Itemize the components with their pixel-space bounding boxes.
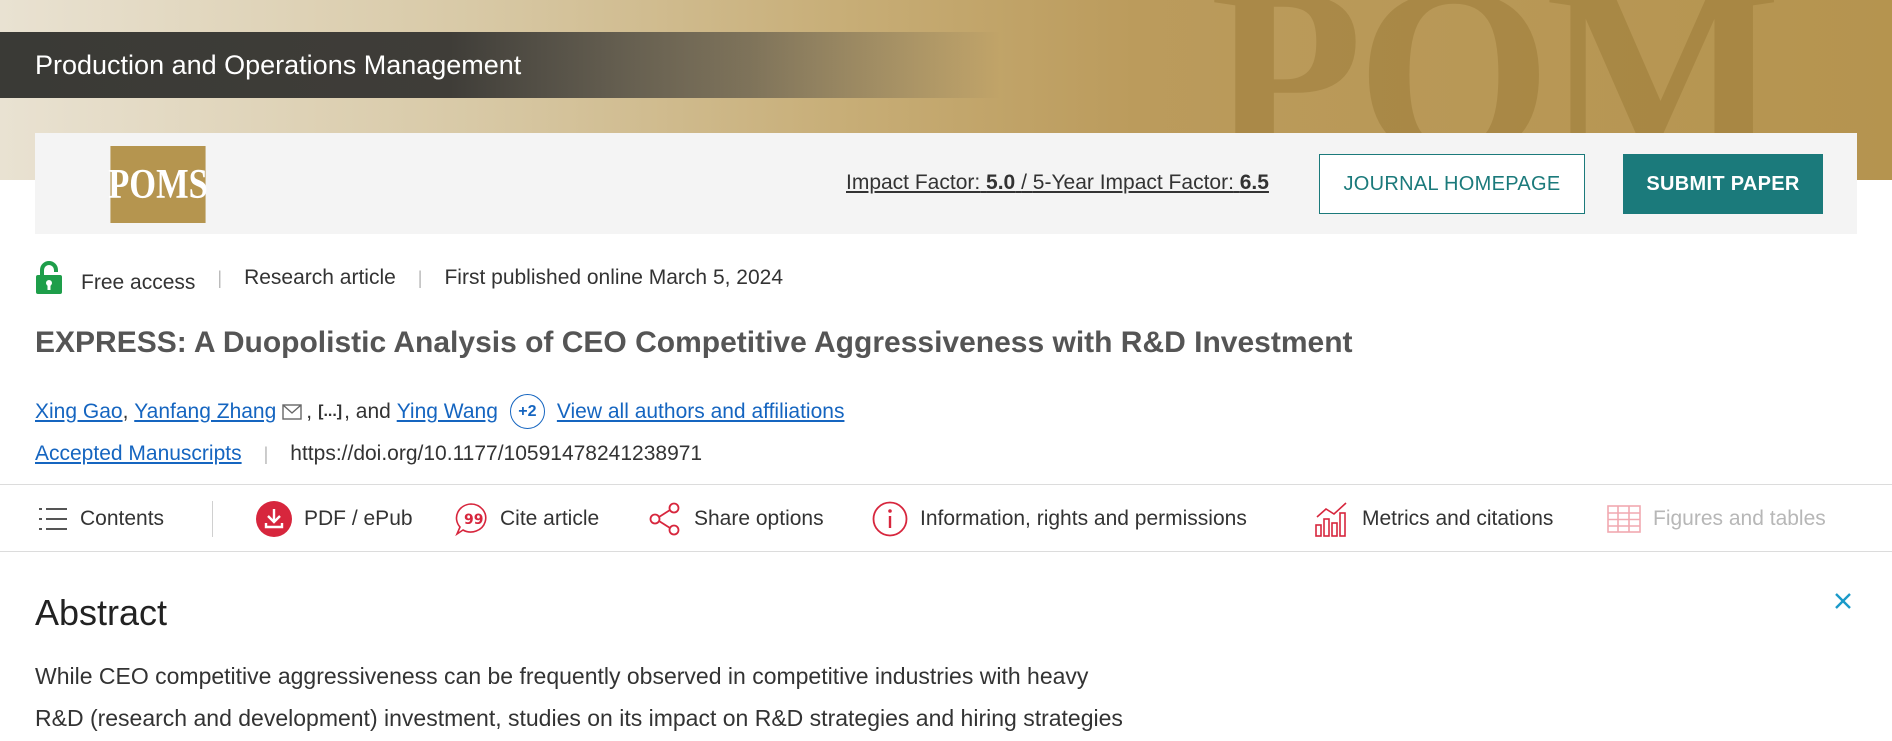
doi-divider: | [263, 443, 269, 464]
tab-label: Metrics and citations [1362, 507, 1554, 530]
author-comma: , [122, 399, 135, 423]
author-link[interactable]: Ying Wang [397, 400, 498, 424]
close-icon[interactable] [1833, 591, 1853, 611]
abstract-line: While CEO competitive aggressiveness can… [35, 663, 1089, 689]
journal-title-strip: Production and Operations Management [0, 32, 1000, 98]
article-tools-bar: Contents PDF / ePub 99 Cite article Shar… [0, 484, 1892, 552]
tab-label: PDF / ePub [304, 507, 413, 530]
article-meta: Free access | Research article | First p… [35, 258, 783, 298]
doi-row: Accepted Manuscripts | https://doi.org/1… [35, 442, 702, 466]
journal-name[interactable]: Production and Operations Management [35, 50, 521, 81]
tab-label: Information, rights and permissions [920, 507, 1247, 530]
author-comma: , [306, 399, 313, 423]
table-icon [1607, 505, 1641, 533]
download-icon [256, 501, 292, 537]
publication-date: First published online March 5, 2024 [444, 266, 784, 289]
five-year-label: 5-Year Impact Factor: [1032, 171, 1234, 194]
more-authors-badge[interactable]: +2 [509, 394, 545, 429]
impact-separator: / [1021, 171, 1033, 194]
list-icon [39, 508, 67, 530]
tab-share-options[interactable]: Share options [648, 485, 824, 553]
author-and: , and [344, 399, 391, 423]
meta-divider: | [217, 267, 223, 288]
more-authors-ellipsis[interactable]: [...] [318, 403, 342, 421]
tab-cite-article[interactable]: 99 Cite article [454, 485, 599, 553]
tab-label: Figures and tables [1653, 507, 1826, 530]
mail-icon[interactable] [282, 403, 302, 420]
tab-pdf-epub[interactable]: PDF / ePub [256, 485, 413, 553]
author-link[interactable]: Yanfang Zhang [134, 400, 276, 424]
view-all-authors-link[interactable]: View all authors and affiliations [557, 400, 845, 424]
accepted-manuscripts-link[interactable]: Accepted Manuscripts [35, 442, 242, 466]
access-label: Free access [81, 271, 196, 294]
impact-factor-link[interactable]: Impact Factor: 5.0 / 5-Year Impact Facto… [846, 171, 1269, 195]
article-type: Research article [244, 266, 396, 289]
abstract-heading: Abstract [35, 592, 168, 633]
tab-information-rights[interactable]: Information, rights and permissions [872, 485, 1247, 553]
share-icon [649, 502, 680, 536]
abstract-line: R&D (research and development) investmen… [35, 705, 1123, 731]
meta-divider: | [417, 267, 423, 288]
abstract-body: While CEO competitive aggressiveness can… [35, 655, 1235, 739]
impact-factor-label: Impact Factor: [846, 171, 981, 194]
journal-toolbar: POMS Impact Factor: 5.0 / 5-Year Impact … [35, 133, 1857, 234]
doi-url[interactable]: https://doi.org/10.1177/1059147824123897… [290, 442, 702, 466]
article-title: EXPRESS: A Duopolistic Analysis of CEO C… [35, 326, 1353, 359]
tab-label: Cite article [500, 507, 600, 530]
author-link[interactable]: Xing Gao [35, 400, 123, 424]
tab-divider [212, 501, 213, 537]
tab-label: Contents [80, 507, 165, 530]
tab-contents[interactable]: Contents [38, 485, 164, 553]
tab-label: Share options [694, 507, 824, 530]
tab-figures-tables: Figures and tables [1607, 485, 1826, 553]
impact-factor-value: 5.0 [986, 171, 1016, 194]
tab-metrics-citations[interactable]: Metrics and citations [1314, 485, 1553, 553]
author-list: Xing Gao , Yanfang Zhang , [...] , and Y… [35, 394, 844, 429]
svg-text:99: 99 [464, 512, 483, 528]
five-year-value: 6.5 [1239, 171, 1269, 194]
journal-homepage-button[interactable]: JOURNAL HOMEPAGE [1319, 154, 1585, 214]
submit-paper-button[interactable]: SUBMIT PAPER [1623, 154, 1823, 214]
quote-icon: 99 [455, 503, 487, 536]
unlock-icon [36, 261, 62, 294]
poms-logo[interactable]: POMS [108, 146, 208, 223]
bar-chart-icon [1315, 502, 1347, 537]
info-icon [872, 501, 908, 537]
